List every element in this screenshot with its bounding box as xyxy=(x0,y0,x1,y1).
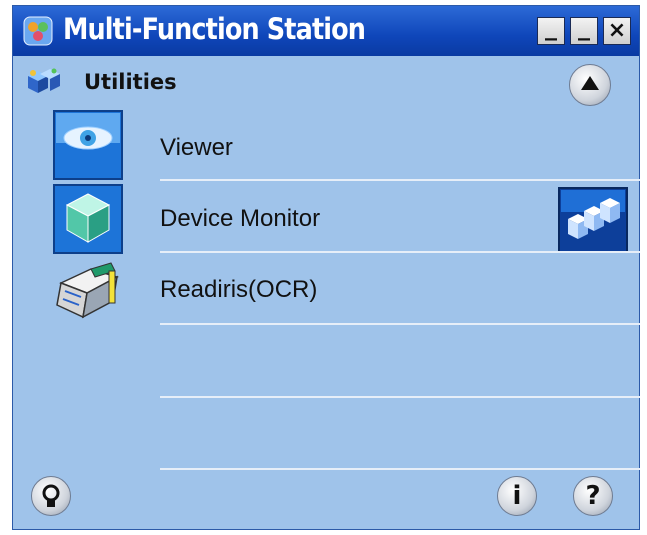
ocr-scanner-icon[interactable] xyxy=(51,261,123,321)
help-icon: ? xyxy=(585,481,601,511)
section-header: Utilities xyxy=(13,56,639,111)
item-label-device-monitor[interactable]: Device Monitor xyxy=(160,205,320,233)
info-icon: i xyxy=(512,481,522,511)
divider xyxy=(160,251,640,253)
divider xyxy=(160,396,640,398)
divider xyxy=(160,468,640,470)
cube-icon[interactable] xyxy=(53,184,123,254)
window-title: Multi-Function Station xyxy=(63,12,366,46)
item-label-readiris-ocr[interactable]: Readiris(OCR) xyxy=(160,276,317,304)
item-label-viewer[interactable]: Viewer xyxy=(160,134,233,162)
divider xyxy=(160,323,640,325)
close-button[interactable]: × xyxy=(603,17,631,45)
settings-button[interactable] xyxy=(31,476,71,516)
title-bar[interactable]: Multi-Function Station _ _ × xyxy=(13,6,639,56)
collapse-section-button[interactable] xyxy=(569,64,611,106)
device-status-cubes-icon[interactable] xyxy=(558,187,628,253)
info-button[interactable]: i xyxy=(497,476,537,516)
app-logo-icon xyxy=(23,16,53,46)
minimize-button[interactable]: _ xyxy=(537,15,565,45)
triangle-up-icon xyxy=(581,76,599,90)
help-button[interactable]: ? xyxy=(573,476,613,516)
utilities-cubes-icon xyxy=(28,68,60,93)
divider xyxy=(160,179,640,181)
section-title: Utilities xyxy=(84,70,177,94)
eye-icon[interactable] xyxy=(53,110,123,180)
main-window: Multi-Function Station _ _ × Utilities V… xyxy=(12,5,640,530)
bulb-icon xyxy=(42,484,60,507)
minimize-to-tray-button[interactable]: _ xyxy=(570,15,598,45)
